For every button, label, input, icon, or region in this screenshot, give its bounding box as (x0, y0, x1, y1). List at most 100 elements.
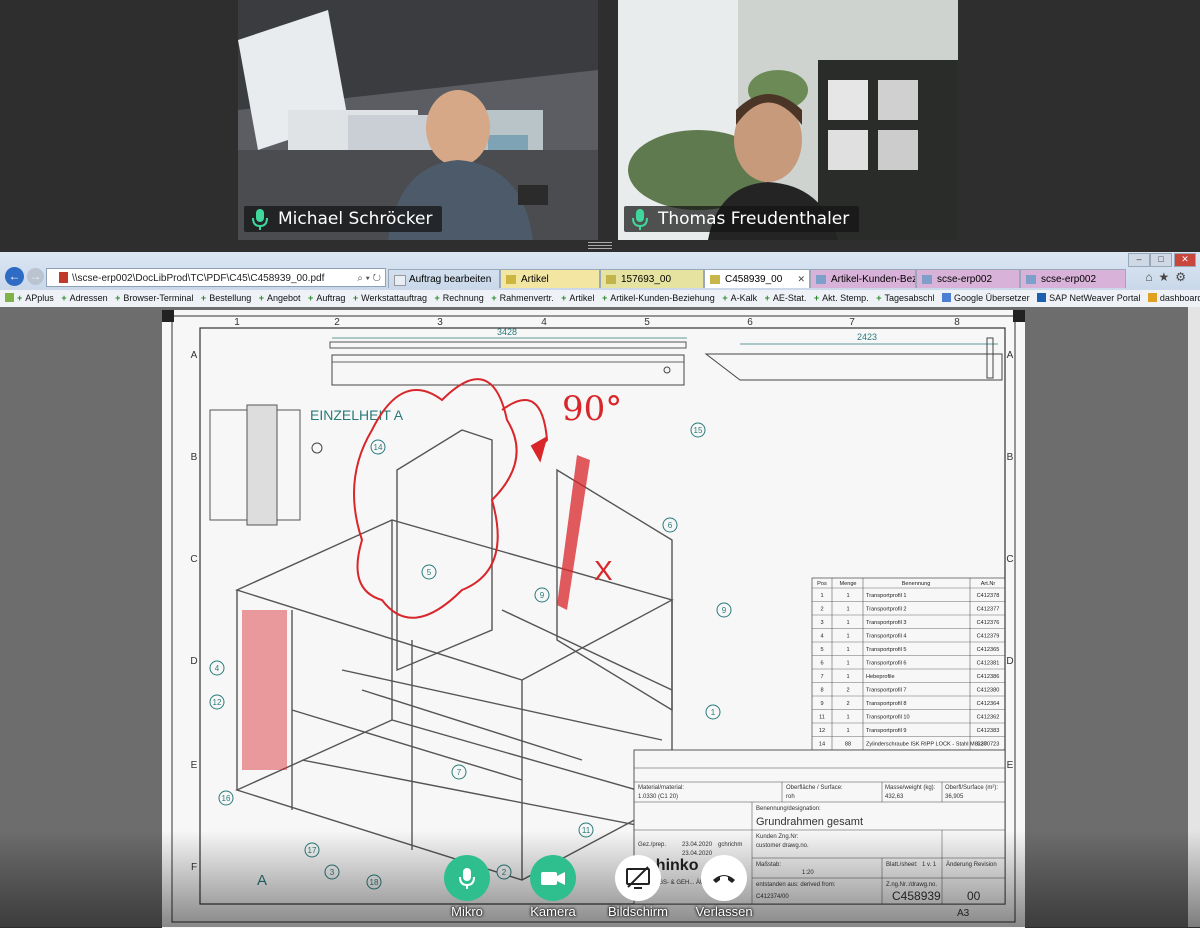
video-tile-thomas[interactable]: Thomas Freudenthaler (618, 0, 958, 240)
table-cell: Transportprofil 3 (866, 620, 907, 626)
table-cell: 2 (846, 701, 849, 707)
address-text: \\scse-erp002\DocLibProd\TC\PDF\C45\C458… (72, 273, 325, 284)
svg-text:D: D (1006, 656, 1013, 667)
svg-text:Masse/weight (kg):: Masse/weight (kg): (885, 785, 936, 791)
bookmark-auftrag[interactable]: + Auftrag (308, 290, 345, 307)
camera-button[interactable] (530, 855, 576, 901)
tab-favicon (816, 275, 826, 284)
bookmark-rahmenvertr[interactable]: + Rahmenvertr. (491, 290, 553, 307)
bookmark-dashboards[interactable]: dashboards Schinko Dash... (1147, 290, 1200, 307)
svg-text:A: A (1007, 350, 1014, 361)
svg-text:B: B (191, 452, 198, 463)
tab-auftrag-bearbeiten[interactable]: Auftrag bearbeiten (388, 269, 500, 288)
google-translate-icon (942, 293, 952, 302)
svg-text:Oberfl/Surface (m²):: Oberfl/Surface (m²): (945, 785, 998, 791)
webcam-feed-office (238, 0, 598, 240)
bookmark-tagesabschl[interactable]: + Tagesabschl (876, 290, 934, 307)
bookmark-werkstattauftrag[interactable]: + Werkstattauftrag (353, 290, 427, 307)
bookmark-a-kalk[interactable]: + A-Kalk (722, 290, 757, 307)
svg-text:5: 5 (644, 317, 650, 328)
svg-text:Pos: Pos (817, 581, 827, 587)
bookmark-angebot[interactable]: + Angebot (259, 290, 301, 307)
bookmark-rechnung[interactable]: + Rechnung (435, 290, 484, 307)
hang-up-icon (713, 875, 735, 883)
bookmark-adressen[interactable]: + Adressen (61, 290, 107, 307)
callout-3: 3 (330, 868, 335, 877)
close-window-button[interactable]: ✕ (1174, 253, 1196, 267)
table-cell: 1 (846, 593, 849, 599)
tab-artikel-kunden-beziehung[interactable]: Artikel-Kunden-Beziehung (810, 269, 916, 288)
bookmarks-icon (5, 293, 14, 302)
detail-label: EINZELHEIT A (310, 407, 404, 423)
bookmark-google-uebersetzer[interactable]: Google Übersetzer (942, 290, 1030, 307)
resize-handle[interactable] (588, 242, 612, 250)
close-tab-icon[interactable]: ✕ (797, 270, 805, 288)
callout-2: 2 (502, 868, 507, 877)
callout-9: 9 (540, 591, 545, 600)
mic-button[interactable] (444, 855, 490, 901)
microphone-icon (632, 209, 648, 230)
screen-share-label: Bildschirm (608, 904, 668, 919)
bookmark-ae-stat[interactable]: + AE-Stat. (765, 290, 807, 307)
annotation-angle: 90° (562, 389, 622, 429)
pdf-icon (59, 272, 68, 283)
bookmark-artikel-kunden-beziehung[interactable]: + Artikel-Kunden-Beziehung (602, 290, 715, 307)
back-arrow-icon[interactable]: ← (5, 267, 24, 286)
vertical-scrollbar[interactable] (1188, 307, 1200, 927)
leave-button[interactable] (701, 855, 747, 901)
bookmark-akt-stemp[interactable]: + Akt. Stemp. (814, 290, 869, 307)
tab-c458939[interactable]: C458939_00 ✕ (704, 269, 810, 288)
svg-text:1:20: 1:20 (802, 870, 814, 876)
forward-arrow-icon[interactable]: → (27, 268, 44, 285)
bookmark-applus[interactable]: + APplus (5, 290, 54, 307)
bookmark-sap-portal[interactable]: SAP NetWeaver Portal (1037, 290, 1140, 307)
table-cell: C412386 (977, 674, 1000, 680)
top-view-beam-right: 2423 (704, 332, 1003, 381)
table-cell: 1 (846, 661, 849, 667)
tab-157693[interactable]: 157693_00 (600, 269, 704, 288)
svg-text:D: D (190, 656, 197, 667)
svg-text:Z.ng.Nr.:/drawg.no.: Z.ng.Nr.:/drawg.no. (886, 882, 937, 888)
svg-text:1: 1 (234, 317, 240, 328)
svg-text:23.04.2020: 23.04.2020 (682, 842, 713, 848)
table-cell: C412364 (977, 701, 1000, 707)
mic-label: Mikro (451, 904, 483, 919)
table-cell: 5 (820, 647, 823, 653)
webcam-feed-home (618, 0, 958, 240)
table-cell: 12 (819, 728, 825, 734)
camera-icon (541, 872, 565, 885)
svg-text:A3: A3 (957, 908, 970, 919)
camera-label: Kamera (530, 904, 576, 919)
minimize-button[interactable]: – (1128, 253, 1150, 267)
tab-artikel[interactable]: Artikel (500, 269, 600, 288)
address-bar[interactable]: \\scse-erp002\DocLibProd\TC\PDF\C45\C458… (46, 268, 386, 287)
participant-name-tag: Thomas Freudenthaler (624, 206, 860, 232)
callout-16: 16 (222, 794, 231, 803)
maximize-button[interactable]: □ (1150, 253, 1172, 267)
svg-text:00: 00 (967, 889, 981, 903)
microphone-icon (459, 868, 475, 889)
tab-scse-erp002-2[interactable]: scse-erp002 (1020, 269, 1126, 288)
participant-name: Michael Schröcker (278, 209, 433, 229)
table-cell: C412383 (977, 728, 1000, 734)
bookmark-artikel[interactable]: + Artikel (561, 290, 594, 307)
bookmark-browser-terminal[interactable]: + Browser-Terminal (115, 290, 193, 307)
table-cell: Transportprofil 4 (866, 634, 907, 640)
tab-scse-erp002[interactable]: scse-erp002 (916, 269, 1020, 288)
table-cell: 1 (846, 634, 849, 640)
svg-text:A: A (191, 350, 198, 361)
svg-text:C412374/00: C412374/00 (756, 894, 789, 900)
screen-share-button[interactable] (615, 855, 661, 901)
table-cell: 1 (846, 715, 849, 721)
isometric-frame (235, 429, 674, 881)
dimension-left: 3428 (497, 327, 517, 337)
table-cell: 6 (820, 661, 823, 667)
home-star-gear-icons[interactable]: ⌂★⚙ (1145, 270, 1192, 284)
svg-text:1 v. 1: 1 v. 1 (922, 862, 937, 868)
table-cell: C412376 (977, 620, 1000, 626)
video-tile-michael[interactable]: Michael Schröcker (238, 0, 598, 240)
search-refresh-icon[interactable]: ⌕ ▾ ↻ (357, 269, 381, 286)
drawing-title: Grundrahmen gesamt (756, 816, 863, 828)
bookmark-bestellung[interactable]: + Bestellung (201, 290, 251, 307)
table-cell: 8 (820, 688, 823, 694)
